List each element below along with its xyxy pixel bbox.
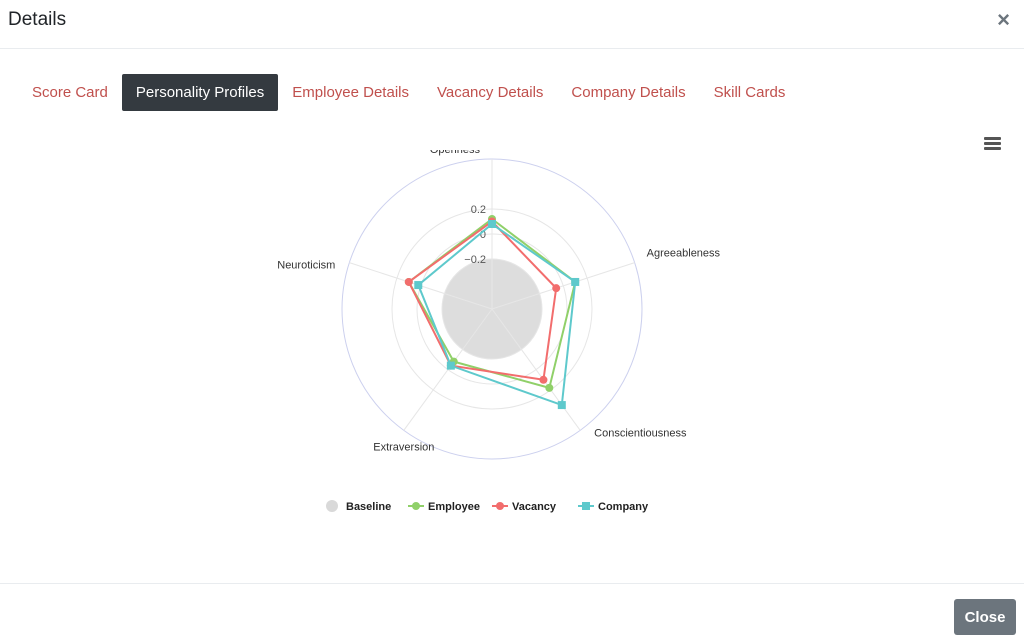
data-point-vacancy xyxy=(539,375,548,384)
legend-item-company: Company xyxy=(578,501,649,513)
legend-marker xyxy=(496,502,504,510)
tab-score-card[interactable]: Score Card xyxy=(18,74,122,111)
legend-item-employee: Employee xyxy=(408,501,480,513)
tab-personality-profiles[interactable]: Personality Profiles xyxy=(121,74,279,111)
hamburger-menu-icon[interactable] xyxy=(984,137,1001,151)
data-point-vacancy xyxy=(552,284,561,293)
tab-skill-cards[interactable]: Skill Cards xyxy=(700,74,800,111)
legend-label: Vacancy xyxy=(512,501,557,513)
legend-label: Company xyxy=(598,501,649,513)
modal-footer xyxy=(0,583,1024,644)
axis-label-openness: Openness xyxy=(430,150,481,156)
close-icon[interactable]: × xyxy=(997,9,1010,31)
axis-label-extraversion: Extraversion xyxy=(373,441,434,453)
tab-vacancy-details[interactable]: Vacancy Details xyxy=(423,74,557,111)
axis-label-agreeableness: Agreeableness xyxy=(647,248,721,260)
legend-label: Employee xyxy=(428,501,480,513)
data-point-company xyxy=(414,281,423,290)
tab-bar: Score Card Personality Profiles Employee… xyxy=(18,74,799,111)
radar-chart: −0.200.2OpennessAgreeablenessConscientio… xyxy=(277,150,721,513)
tab-company-details[interactable]: Company Details xyxy=(557,74,699,111)
data-point-company xyxy=(488,220,496,228)
modal-title: Details xyxy=(8,9,67,30)
axis-label-conscientiousness: Conscientiousness xyxy=(594,427,687,439)
data-point-company xyxy=(557,401,566,410)
tab-employee-details[interactable]: Employee Details xyxy=(278,74,423,111)
axis-label-neuroticism: Neuroticism xyxy=(277,260,335,272)
legend-marker xyxy=(326,500,338,512)
radial-tick-label: −0.2 xyxy=(464,254,486,266)
data-point-employee xyxy=(545,383,554,392)
radial-tick-label: 0.2 xyxy=(471,204,486,216)
close-button[interactable]: Close xyxy=(954,599,1016,635)
data-point-company xyxy=(446,361,455,370)
legend-marker xyxy=(582,502,590,510)
data-point-company xyxy=(571,277,580,286)
modal-header: Details × xyxy=(0,0,1024,49)
data-point-vacancy xyxy=(404,277,413,286)
legend-item-baseline: Baseline xyxy=(326,500,391,513)
legend-marker xyxy=(412,502,420,510)
legend-item-vacancy: Vacancy xyxy=(492,501,557,513)
legend-label: Baseline xyxy=(346,501,391,513)
